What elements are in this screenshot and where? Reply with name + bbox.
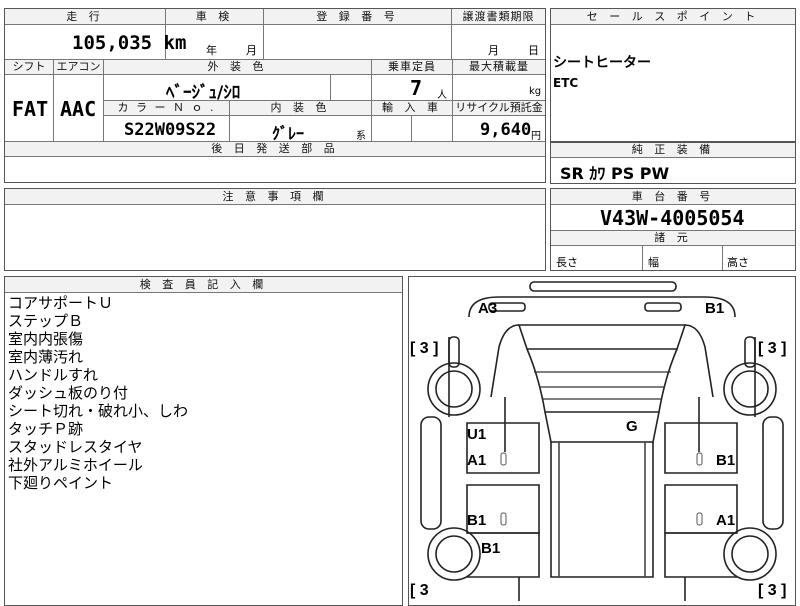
transfer-day: 日 <box>528 44 539 57</box>
inspector-note: 室内内張傷 <box>8 330 84 348</box>
inspector-note: 室内薄汚れ <box>8 348 84 366</box>
inspection-year: 年 <box>206 44 217 57</box>
damage-mark-b1: B1 <box>481 540 501 557</box>
recycle-unit: 円 <box>531 131 541 142</box>
import-header: 輸 入 車 <box>372 101 452 116</box>
tire-depth-bracket: [ 3 ] <box>758 340 787 357</box>
inspector-note: スタッドレスタイヤ <box>8 438 143 456</box>
ac-header: エアコン <box>54 60 103 75</box>
recycle-value: 9,640 <box>480 120 532 140</box>
transfer-month: 月 <box>488 44 499 57</box>
mileage-header: 走 行 <box>5 9 165 25</box>
damage-mark-g: G <box>626 418 638 435</box>
tire-depth-bracket: [ 3 <box>410 582 429 599</box>
sales-point-line: シートヒーター <box>553 55 651 71</box>
inspection-header: 車 検 <box>166 9 263 25</box>
sales-point-box <box>550 8 796 142</box>
damage-mark-b1: B1 <box>716 452 736 469</box>
inspector-note: 社外アルミホイール <box>8 456 143 474</box>
inspector-note: ステップＢ <box>8 312 84 330</box>
chassis-number: V43W-4005054 <box>600 206 745 230</box>
shift-value: FAT <box>12 97 49 121</box>
inspector-note: コアサポートＵ <box>8 294 114 312</box>
capacity-unit: 人 <box>437 90 447 101</box>
inspector-note: 下廻りペイント <box>8 474 114 492</box>
exterior-value: ﾍﾞｰｼﾞｭ/ｼﾛ <box>166 83 241 103</box>
dims-length: 長さ <box>556 256 578 269</box>
inspector-note: タッチＰ跡 <box>8 420 84 438</box>
interior-suffix: 系 <box>356 131 366 142</box>
inspection-month: 月 <box>246 44 257 57</box>
load-header: 最大積載量 <box>453 60 545 75</box>
capacity-value: 7 <box>410 76 423 100</box>
inspector-header: 検 査 員 記 入 欄 <box>5 277 402 293</box>
capacity-header: 乗車定員 <box>372 60 452 75</box>
registration-header: 登 録 番 号 <box>264 9 451 25</box>
inspector-note: ハンドルすれ <box>8 366 99 384</box>
damage-mark-a1: A1 <box>716 512 736 529</box>
caution-header: 注 意 事 項 欄 <box>5 189 545 205</box>
recycle-header: リサイクル預託金 <box>453 101 545 116</box>
ac-value: AAC <box>60 97 97 121</box>
inspector-note: シート切れ・破れ小、しわ <box>8 402 189 420</box>
equipment-header: 純 正 装 備 <box>551 143 795 158</box>
equipment-value: SR ｶﾜ PS PW <box>560 164 670 183</box>
sales-point-header: セ ー ル ス ポ イ ン ト <box>551 9 795 25</box>
transfer-header: 譲渡書類期限 <box>452 9 545 25</box>
exterior-header: 外 装 色 <box>104 60 371 75</box>
chassis-header: 車 台 番 号 <box>551 189 795 205</box>
color-no-header: カ ラ ー Ｎ ｏ . <box>104 101 229 116</box>
damage-mark-b1: B1 <box>467 512 487 529</box>
tire-depth-bracket: [ 3 ] <box>758 582 787 599</box>
tire-depth-bracket: [ 3 ] <box>410 340 439 357</box>
color-no-value: S22W09S22 <box>124 120 217 140</box>
damage-mark-a1: A1 <box>467 452 487 469</box>
interior-header: 内 装 色 <box>230 101 371 116</box>
dims-header: 諸 元 <box>551 231 795 246</box>
shift-header: シフト <box>5 60 53 75</box>
inspector-note: ダッシュ板のり付 <box>8 384 129 402</box>
later-parts-header: 後 日 発 送 部 品 <box>5 142 545 157</box>
dims-width: 幅 <box>648 256 659 269</box>
damage-mark-u1: U1 <box>467 426 487 443</box>
damage-mark-b1: B1 <box>705 300 725 317</box>
mileage-value: 105,035 km <box>72 32 187 54</box>
damage-mark-a3: A3 <box>478 300 498 317</box>
load-unit: kg <box>529 86 542 97</box>
dims-height: 高さ <box>727 256 749 269</box>
sales-point-line: ETC <box>553 76 579 90</box>
